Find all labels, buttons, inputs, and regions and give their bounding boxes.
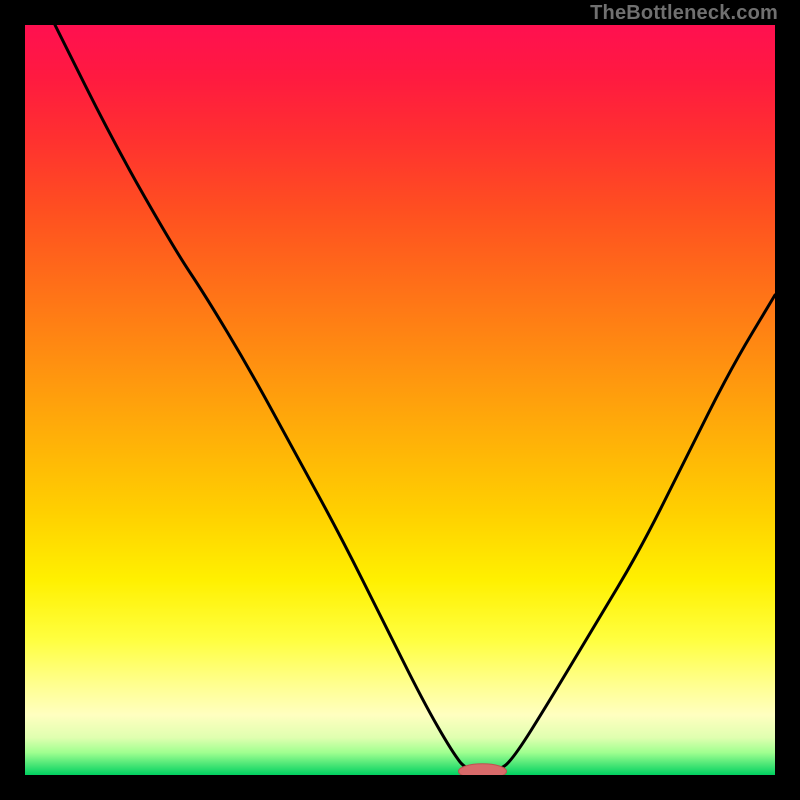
attribution-label: TheBottleneck.com (590, 2, 778, 25)
chart-svg (25, 25, 775, 775)
chart-plot-area (25, 25, 775, 775)
optimal-point-marker (459, 764, 507, 775)
chart-frame: TheBottleneck.com (0, 0, 800, 800)
chart-background-gradient (25, 25, 775, 775)
